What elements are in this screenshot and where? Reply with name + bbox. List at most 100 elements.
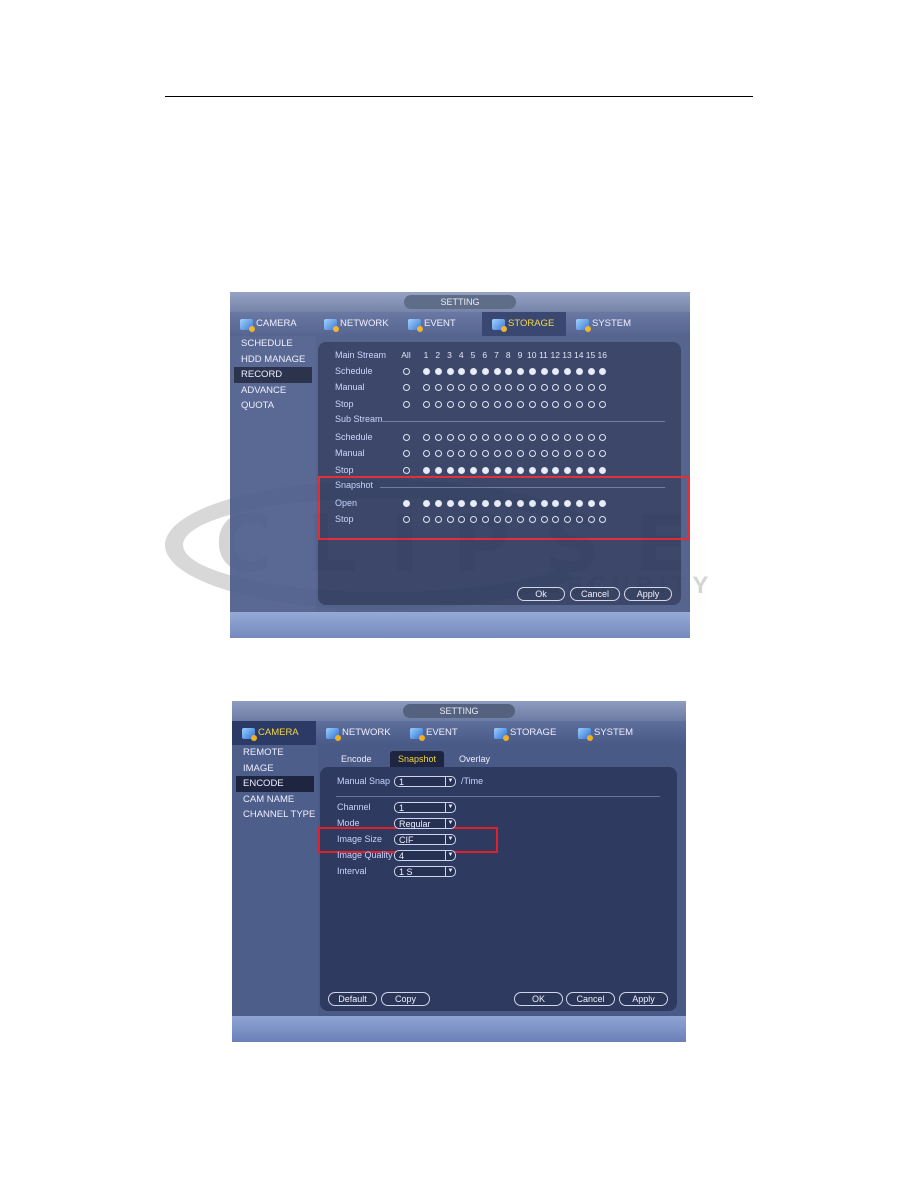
radio-channel[interactable] [517, 466, 524, 474]
radio-channel[interactable] [446, 368, 454, 375]
radio-channel[interactable] [481, 466, 489, 474]
radio-channel[interactable] [493, 466, 501, 474]
radio-channel[interactable] [493, 433, 501, 441]
subtab-encode[interactable]: Encode [333, 751, 380, 767]
radio-channel[interactable] [528, 466, 536, 474]
channel-select[interactable]: 1 ▼ [394, 802, 456, 813]
manual-snap-select[interactable]: 1 ▼ [394, 776, 456, 787]
radio-channel[interactable] [528, 450, 536, 458]
radio-channel[interactable] [434, 466, 442, 474]
tab-storage[interactable]: STORAGE [482, 312, 566, 336]
mode-select[interactable]: Regular ▼ [394, 818, 456, 829]
image-quality-select[interactable]: 4 ▼ [394, 850, 456, 861]
radio-channel[interactable] [446, 400, 454, 408]
radio-channel[interactable] [540, 466, 548, 474]
radio-channel[interactable] [587, 433, 595, 441]
cancel-button[interactable]: Cancel [570, 587, 620, 601]
radio-channel[interactable] [575, 400, 583, 408]
radio-channel[interactable] [423, 400, 430, 408]
radio-channel[interactable] [458, 400, 466, 408]
radio-channel[interactable] [564, 368, 571, 375]
radio-channel[interactable] [505, 400, 513, 408]
radio-channel[interactable] [446, 433, 454, 441]
sidebar-item-advance[interactable]: ADVANCE [230, 383, 316, 399]
radio-channel[interactable] [458, 466, 466, 474]
radio-channel[interactable] [540, 433, 548, 441]
subtab-overlay[interactable]: Overlay [451, 751, 498, 767]
sidebar-item-channel-type[interactable]: CHANNEL TYPE [232, 807, 318, 823]
tab-event[interactable]: EVENT [398, 312, 482, 336]
radio-channel[interactable] [493, 450, 501, 458]
radio-channel[interactable] [517, 368, 524, 375]
radio-channel[interactable] [564, 433, 571, 441]
radio-channel[interactable] [493, 384, 501, 392]
sidebar-item-image[interactable]: IMAGE [232, 761, 318, 777]
sidebar-item-quota[interactable]: QUOTA [230, 398, 316, 414]
radio-channel[interactable] [434, 450, 442, 458]
sidebar-item-record[interactable]: RECORD [234, 367, 312, 383]
radio-channel[interactable] [528, 400, 536, 408]
apply-button[interactable]: Apply [624, 587, 672, 601]
radio-channel[interactable] [587, 384, 595, 392]
radio-channel[interactable] [446, 450, 454, 458]
radio-channel[interactable] [470, 433, 477, 441]
radio-channel[interactable] [528, 433, 536, 441]
radio-channel[interactable] [423, 433, 430, 441]
radio-channel[interactable] [599, 466, 607, 474]
radio-all[interactable] [403, 400, 410, 408]
sidebar-item-remote[interactable]: REMOTE [232, 745, 318, 761]
copy-button[interactable]: Copy [381, 992, 430, 1006]
radio-channel[interactable] [470, 400, 477, 408]
radio-channel[interactable] [587, 400, 595, 408]
radio-channel[interactable] [423, 368, 430, 375]
radio-all[interactable] [403, 368, 410, 375]
sidebar-item-hdd-manage[interactable]: HDD MANAGE [230, 352, 316, 368]
radio-channel[interactable] [599, 400, 607, 408]
radio-all[interactable] [403, 433, 410, 441]
radio-channel[interactable] [517, 400, 524, 408]
radio-channel[interactable] [446, 384, 454, 392]
radio-channel[interactable] [587, 450, 595, 458]
radio-channel[interactable] [540, 384, 548, 392]
sidebar-item-schedule[interactable]: SCHEDULE [230, 336, 316, 352]
radio-channel[interactable] [505, 466, 513, 474]
radio-channel[interactable] [564, 466, 571, 474]
radio-channel[interactable] [481, 368, 489, 375]
tab-camera[interactable]: CAMERA [232, 721, 316, 745]
radio-channel[interactable] [434, 368, 442, 375]
image-size-select[interactable]: CIF ▼ [394, 834, 456, 845]
tab-system[interactable]: SYSTEM [568, 721, 652, 745]
subtab-snapshot[interactable]: Snapshot [390, 751, 445, 767]
sidebar-item-encode[interactable]: ENCODE [236, 776, 314, 792]
radio-all[interactable] [403, 466, 410, 474]
radio-channel[interactable] [434, 433, 442, 441]
tab-system[interactable]: SYSTEM [566, 312, 650, 336]
radio-channel[interactable] [575, 466, 583, 474]
radio-channel[interactable] [587, 466, 595, 474]
radio-channel[interactable] [470, 368, 477, 375]
apply-button[interactable]: Apply [619, 992, 668, 1006]
interval-select[interactable]: 1 S ▼ [394, 866, 456, 877]
ok-button[interactable]: Ok [517, 587, 565, 601]
radio-channel[interactable] [434, 400, 442, 408]
radio-channel[interactable] [540, 450, 548, 458]
radio-channel[interactable] [517, 433, 524, 441]
radio-channel[interactable] [575, 433, 583, 441]
tab-network[interactable]: NETWORK [316, 721, 400, 745]
radio-channel[interactable] [540, 368, 548, 375]
radio-channel[interactable] [481, 433, 489, 441]
tab-event[interactable]: EVENT [400, 721, 484, 745]
radio-channel[interactable] [493, 368, 501, 375]
radio-channel[interactable] [575, 450, 583, 458]
radio-channel[interactable] [552, 400, 560, 408]
radio-channel[interactable] [540, 400, 548, 408]
tab-camera[interactable]: CAMERA [230, 312, 314, 336]
ok-button[interactable]: OK [514, 992, 563, 1006]
radio-channel[interactable] [528, 368, 536, 375]
radio-channel[interactable] [552, 466, 560, 474]
radio-channel[interactable] [481, 450, 489, 458]
radio-channel[interactable] [587, 368, 595, 375]
sidebar-item-cam-name[interactable]: CAM NAME [232, 792, 318, 808]
radio-channel[interactable] [446, 466, 454, 474]
radio-channel[interactable] [470, 466, 477, 474]
